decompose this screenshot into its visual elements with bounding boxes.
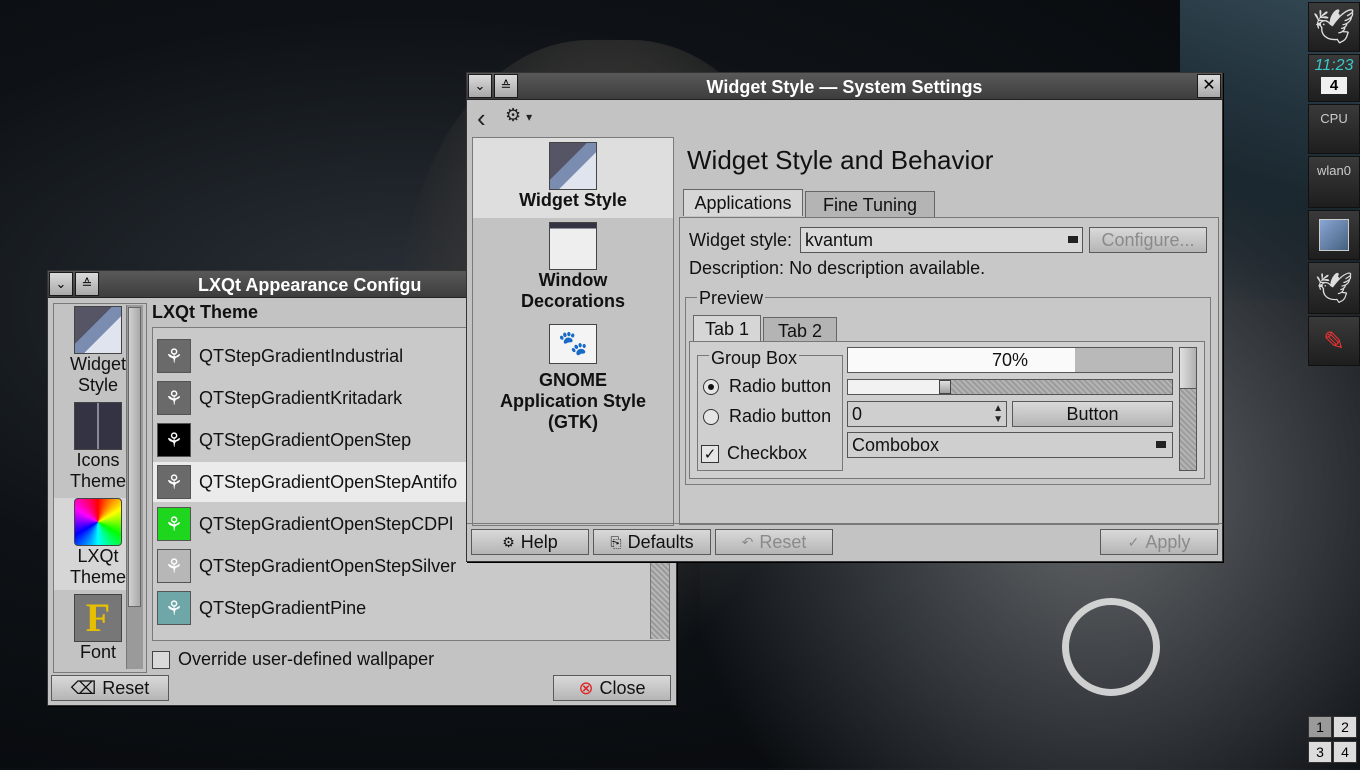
category-scrollbar[interactable] xyxy=(126,305,143,669)
widget-style-combobox[interactable]: kvantum xyxy=(800,227,1083,253)
theme-name: QTStepGradientOpenStepAntifo xyxy=(199,471,458,492)
sidebar-item-widget-style[interactable]: Widget Style xyxy=(473,138,673,218)
shade-button[interactable]: ≙ xyxy=(75,272,99,296)
close-button[interactable]: ⊗ Close xyxy=(553,675,671,701)
preview-label: Preview xyxy=(697,288,766,309)
minimize-button[interactable]: ⌄ xyxy=(49,272,73,296)
font-icon: F xyxy=(74,594,122,642)
radio-button-2[interactable]: Radio button xyxy=(703,406,831,427)
close-icon[interactable]: ✕ xyxy=(1197,74,1221,98)
preview-slider[interactable] xyxy=(847,379,1173,395)
clock[interactable]: 11:23 4 xyxy=(1308,54,1360,102)
override-wallpaper-checkbox[interactable]: Override user-defined wallpaper xyxy=(152,649,434,670)
apply-button[interactable]: ✓ Apply xyxy=(1100,529,1218,555)
help-button[interactable]: ⚙ Help xyxy=(471,529,589,555)
dove-icon: 🕊 xyxy=(1312,8,1356,46)
cpu-monitor: CPU xyxy=(1308,104,1360,154)
desktop-2[interactable]: 2 xyxy=(1333,716,1357,738)
system-settings-window: ⌄ ≙ Widget Style — System Settings ✕ ‹ ⚙… xyxy=(466,72,1223,562)
widget-style-icon xyxy=(74,306,122,354)
color-wheel-icon xyxy=(74,498,122,546)
dove-icon: ⚘ xyxy=(157,465,191,499)
close-icon: ⊗ xyxy=(578,677,594,698)
preview-checkbox[interactable]: ✓ Checkbox xyxy=(701,443,807,464)
widget-style-icon xyxy=(549,142,597,190)
undo-icon: ↶ xyxy=(741,533,754,550)
checkbox-box[interactable] xyxy=(152,650,170,669)
tab-applications[interactable]: Applications xyxy=(683,189,803,216)
theme-name: QTStepGradientOpenStepCDPl xyxy=(199,513,454,534)
sidebar-item-window-decorations[interactable]: Window Decorations xyxy=(473,222,673,314)
slider-handle[interactable] xyxy=(939,380,952,394)
tab-fine-tuning[interactable]: Fine Tuning xyxy=(805,191,935,218)
pen-icon: ✎ xyxy=(1323,325,1345,356)
preview-button[interactable]: Button xyxy=(1012,401,1173,427)
group-box-title: Group Box xyxy=(709,348,800,369)
help-icon: ⚙ xyxy=(502,533,515,550)
page-heading: Widget Style and Behavior xyxy=(687,145,994,175)
dove-icon: ⚘ xyxy=(157,507,191,541)
settings-sidebar: Widget Style Window Decorations 🐾 GNOME … xyxy=(472,137,674,526)
configure-button[interactable]: Configure... xyxy=(1089,227,1207,253)
widget-style-label: Widget style: xyxy=(689,230,793,250)
theme-name: QTStepGradientOpenStepSilver xyxy=(199,555,457,576)
chevron-down-icon: ▾ xyxy=(526,110,533,124)
combobox-arrow-icon xyxy=(1068,236,1078,243)
preview-tab-1[interactable]: Tab 1 xyxy=(693,315,761,342)
gnome-icon: 🐾 xyxy=(549,324,597,364)
preview-tab-2[interactable]: Tab 2 xyxy=(763,317,837,344)
footer-bar xyxy=(467,523,1222,524)
reset-button[interactable]: ⌫ Reset xyxy=(51,675,169,701)
check-icon: ✓ xyxy=(1127,533,1140,550)
section-header: LXQt Theme xyxy=(152,302,259,322)
dove-icon: ⚘ xyxy=(157,549,191,583)
progress-bar: 70% xyxy=(847,347,1173,373)
launcher-editor[interactable]: ✎ xyxy=(1308,316,1360,366)
sidebar-item-gnome-style[interactable]: 🐾 GNOME Application Style (GTK) xyxy=(473,324,673,444)
backspace-icon: ⌫ xyxy=(70,677,97,698)
desktop-4[interactable]: 4 xyxy=(1333,741,1357,763)
back-button[interactable]: ‹ xyxy=(477,103,486,134)
dove-icon: ⚘ xyxy=(157,339,191,373)
desktop-1[interactable]: 1 xyxy=(1308,716,1332,738)
theme-list-scrollbar[interactable] xyxy=(650,561,669,639)
gear-icon: ⚙ xyxy=(505,105,522,125)
dove-icon: ⚘ xyxy=(157,381,191,415)
dove-icon: ⚘ xyxy=(157,423,191,457)
app-menu-button[interactable]: 🕊 xyxy=(1308,2,1360,52)
dove-icon: 🕊 xyxy=(1314,271,1354,305)
radio-button-1[interactable]: Radio button xyxy=(703,376,831,397)
reset-button[interactable]: ↶ Reset xyxy=(715,529,833,555)
desktop-pager: 1 2 3 4 xyxy=(1308,716,1358,766)
cabinet-icon xyxy=(1319,219,1349,251)
launcher-file-manager[interactable] xyxy=(1308,210,1360,260)
description-row: Description: No description available. xyxy=(689,258,986,278)
combobox-arrow-icon xyxy=(1156,441,1166,448)
spin-arrows-icon: ▲ ▼ xyxy=(993,403,1003,425)
dove-icon: ⚘ xyxy=(157,591,191,625)
icons-theme-icon xyxy=(74,402,122,450)
window-title: Widget Style — System Settings xyxy=(706,77,983,97)
spinbox[interactable]: 0 ▲ ▼ xyxy=(847,401,1007,427)
desktop-3[interactable]: 3 xyxy=(1308,741,1332,763)
hamburger-menu-button[interactable]: ⚙ ▾ xyxy=(505,105,532,126)
theme-name: QTStepGradientKritadark xyxy=(199,387,403,408)
launcher-settings[interactable]: 🕊 xyxy=(1308,262,1360,314)
network-monitor: wlan0 xyxy=(1308,156,1360,208)
defaults-button[interactable]: ⎘ Defaults xyxy=(593,529,711,555)
preview-combobox[interactable]: Combobox xyxy=(847,432,1173,458)
theme-name: QTStepGradientOpenStep xyxy=(199,429,412,450)
theme-name: QTStepGradientPine xyxy=(199,597,367,618)
theme-name: QTStepGradientIndustrial xyxy=(199,345,404,366)
defaults-icon: ⎘ xyxy=(610,533,622,550)
settings-titlebar[interactable]: ⌄ ≙ Widget Style — System Settings ✕ xyxy=(467,73,1222,100)
window-decorations-icon xyxy=(549,222,597,270)
preview-scrollbar[interactable] xyxy=(1179,347,1197,471)
theme-list-item[interactable]: ⚘ QTStepGradientPine xyxy=(153,588,669,628)
